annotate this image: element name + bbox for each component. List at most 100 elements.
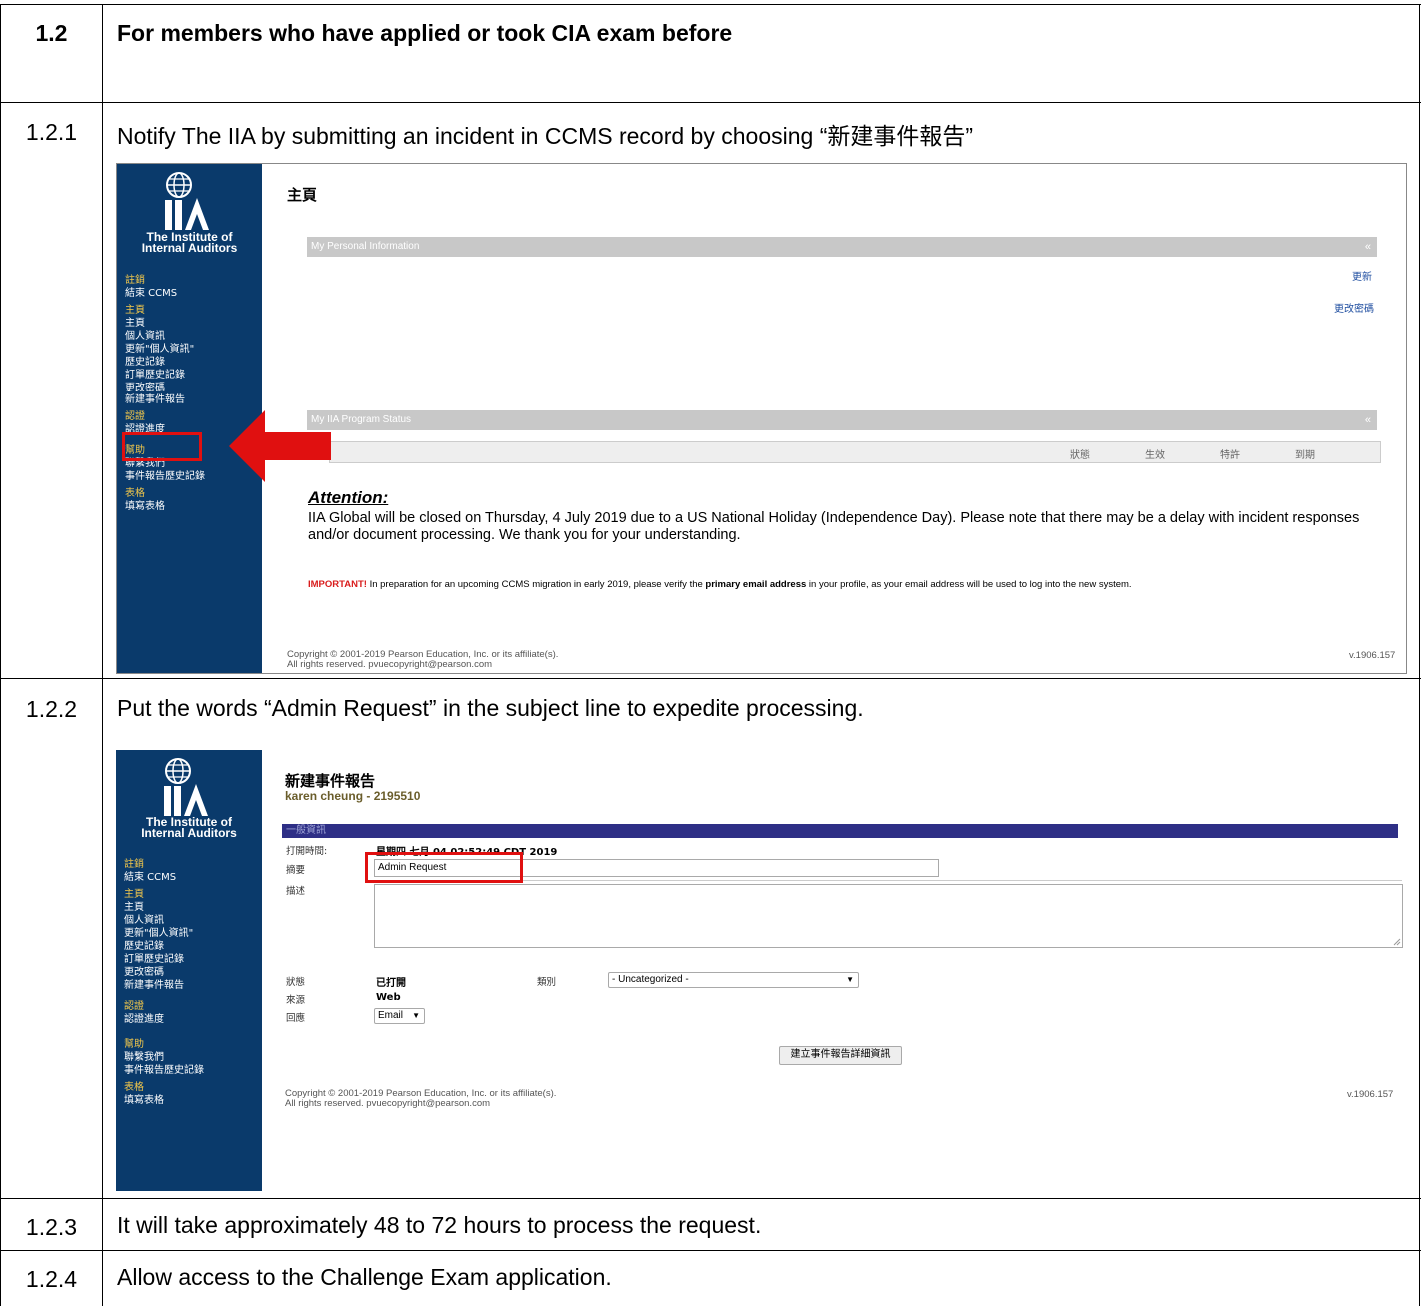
resize-handle-icon[interactable] <box>1393 938 1401 946</box>
dropdown-arrow-icon: ▼ <box>846 975 854 984</box>
step-text: Put the words “Admin Request” in the sub… <box>117 695 864 721</box>
status-column-expiry: 到期 <box>1295 450 1315 461</box>
table-row-divider <box>0 1250 1421 1251</box>
sidebar-item-contact-us[interactable]: 聯繫我們 <box>124 1051 204 1064</box>
iia-logo-icon <box>165 172 209 230</box>
response-select[interactable]: Email ▼ <box>374 1008 425 1024</box>
sidebar-item-personal-info[interactable]: 個人資訊 <box>124 914 204 927</box>
highlight-box <box>122 432 202 461</box>
step-text: Notify The IIA by submitting an incident… <box>117 123 974 149</box>
response-selected-value: Email <box>378 1010 404 1021</box>
sidebar-item-incident-history[interactable]: 事件報告歷史記錄 <box>124 1064 204 1077</box>
status-value: 已打開 <box>376 978 406 989</box>
sidebar-item-personal-info[interactable]: 個人資訊 <box>125 330 205 343</box>
sidebar-nav: 註銷 結束 CCMS 主頁 主頁 個人資訊 更新"個人資訊" 歷史記錄 訂單歷史… <box>125 274 205 513</box>
source-value: Web <box>376 992 401 1003</box>
sidebar-section-certification: 認證 <box>125 411 145 422</box>
version: v.1906.157 <box>1347 1089 1394 1100</box>
collapse-chevron-icon[interactable]: « <box>1365 410 1371 430</box>
sidebar-item-incident-history[interactable]: 事件報告歷史記錄 <box>125 470 205 483</box>
copyright-line-2: All rights reserved. pvuecopyright@pears… <box>285 1098 491 1109</box>
page-title: 主頁 <box>287 186 318 204</box>
step-number: 1.2.1 <box>25 119 78 145</box>
step-number: 1.2.2 <box>25 696 78 722</box>
sidebar-item-history[interactable]: 歷史記錄 <box>124 940 204 953</box>
sidebar: The Institute of Internal Auditors 註銷 結束… <box>116 750 262 1191</box>
table-border-left <box>0 4 1 1306</box>
sidebar-item-update-personal-info[interactable]: 更新"個人資訊" <box>125 343 205 356</box>
important-text: in your profile, as your email address w… <box>806 579 1132 590</box>
important-label: IMPORTANT! <box>308 579 367 590</box>
table-row-divider <box>0 1198 1421 1199</box>
table-column-divider <box>102 4 103 1306</box>
step-number: 1.2.4 <box>25 1266 78 1292</box>
copyright: Copyright © 2001-2019 Pearson Education,… <box>287 650 558 670</box>
sidebar-item-fill-form[interactable]: 填寫表格 <box>124 1094 204 1107</box>
sidebar-section-forms: 表格 <box>125 488 145 499</box>
important-notice: IMPORTANT! In preparation for an upcomin… <box>308 579 1132 590</box>
copyright: Copyright © 2001-2019 Pearson Education,… <box>285 1089 556 1109</box>
important-bold: primary email address <box>705 579 807 590</box>
sidebar-item-fill-form[interactable]: 填寫表格 <box>125 500 205 513</box>
step-text: It will take approximately 48 to 72 hour… <box>117 1212 762 1238</box>
sidebar-nav: 註銷 結束 CCMS 主頁 主頁 個人資訊 更新"個人資訊" 歷史記錄 訂單歷史… <box>124 858 204 1107</box>
logo-name: The Institute of Internal Auditors <box>116 816 262 840</box>
sidebar-section-forms: 表格 <box>124 1082 144 1093</box>
sidebar-item-exit-ccms[interactable]: 結束 CCMS <box>124 871 204 884</box>
status-table-header: 狀態 生效 特許 到期 <box>329 441 1381 463</box>
sidebar-item-exit-ccms[interactable]: 結束 CCMS <box>125 287 205 300</box>
attention-body: IIA Global will be closed on Thursday, 4… <box>308 510 1360 543</box>
section-title: For members who have applied or took CIA… <box>117 20 733 46</box>
sidebar-section-home: 主頁 <box>125 305 145 316</box>
general-info-bar: 一般資訊 <box>282 824 1398 838</box>
response-label: 回應 <box>286 1013 306 1024</box>
version: v.1906.157 <box>1349 650 1396 661</box>
logo-line-2: Internal Auditors <box>141 241 238 255</box>
dropdown-arrow-icon: ▼ <box>412 1011 420 1020</box>
personal-info-bar-label: My Personal Information <box>311 241 420 252</box>
sidebar-section-help: 幫助 <box>124 1039 144 1050</box>
program-status-bar[interactable]: My IIA Program Status « <box>307 410 1377 430</box>
sidebar-item-order-history[interactable]: 訂單歷史記錄 <box>124 953 204 966</box>
logo-name: The Institute of Internal Auditors <box>117 231 262 255</box>
logo-line-2: Internal Auditors <box>141 826 237 840</box>
update-link[interactable]: 更新 <box>1352 268 1372 283</box>
description-textarea[interactable] <box>374 884 1403 948</box>
sidebar-item-change-password[interactable]: 更改密碼 <box>125 382 205 391</box>
sidebar-item-change-password[interactable]: 更改密碼 <box>124 966 204 979</box>
status-column-effective: 生效 <box>1145 450 1165 461</box>
sidebar-item-new-incident[interactable]: 新建事件報告 <box>125 393 205 406</box>
table-row-divider <box>0 102 1421 103</box>
attention-title: Attention: <box>308 488 389 507</box>
sidebar-item-new-incident[interactable]: 新建事件報告 <box>124 979 204 992</box>
sidebar-item-update-personal-info[interactable]: 更新"個人資訊" <box>124 927 204 940</box>
category-select[interactable]: - Uncategorized - ▼ <box>608 972 859 988</box>
iia-logo-icon <box>164 758 208 816</box>
category-selected-value: - Uncategorized - <box>612 974 689 985</box>
status-column-charter: 特許 <box>1220 450 1240 461</box>
change-password-link[interactable]: 更改密碼 <box>1334 300 1374 315</box>
sidebar-item-order-history[interactable]: 訂單歷史記錄 <box>125 369 205 382</box>
source-label: 來源 <box>286 995 306 1006</box>
sidebar-section-logout: 註銷 <box>124 859 144 870</box>
step-number: 1.2.3 <box>25 1214 78 1240</box>
category-label: 類別 <box>537 977 557 988</box>
personal-info-bar[interactable]: My Personal Information « <box>307 237 1377 257</box>
create-incident-button[interactable]: 建立事件報告詳細資訊 <box>779 1046 902 1065</box>
sidebar-section-certification: 認證 <box>124 1001 144 1012</box>
description-label: 描述 <box>286 886 306 897</box>
status-label: 狀態 <box>286 977 306 988</box>
collapse-chevron-icon[interactable]: « <box>1365 237 1371 257</box>
user-name: karen cheung - 2195510 <box>285 789 421 803</box>
divider <box>374 880 1402 881</box>
step-text: Allow access to the Challenge Exam appli… <box>117 1264 612 1290</box>
sidebar-item-home[interactable]: 主頁 <box>124 901 204 914</box>
sidebar-item-history[interactable]: 歷史記錄 <box>125 356 205 369</box>
sidebar-section-home: 主頁 <box>124 889 144 900</box>
sidebar-item-home[interactable]: 主頁 <box>125 317 205 330</box>
sidebar-item-certification-progress[interactable]: 認證進度 <box>124 1013 204 1026</box>
highlight-box <box>365 852 523 883</box>
copyright-line-2: All rights reserved. pvuecopyright@pears… <box>287 659 493 670</box>
important-text: In preparation for an upcoming CCMS migr… <box>366 579 706 590</box>
incident-page-title: 新建事件報告 <box>285 772 376 790</box>
